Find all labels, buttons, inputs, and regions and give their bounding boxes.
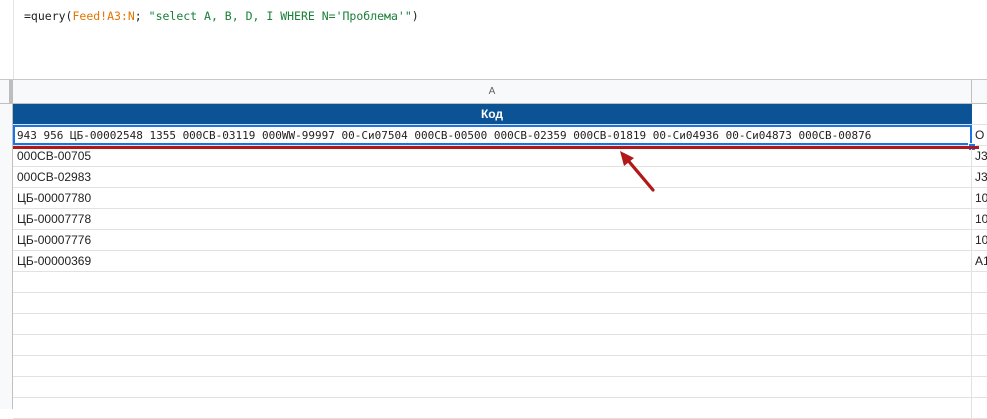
cell-a[interactable]: ЦБ-00007780	[13, 188, 972, 208]
cell-a[interactable]: ЦБ-00007778	[13, 209, 972, 229]
header-cell-b[interactable]	[972, 104, 987, 124]
empty-cell[interactable]	[13, 272, 972, 292]
formula-suffix: )	[411, 9, 419, 23]
table-row[interactable]: 000СВ-02983 J3	[13, 167, 987, 188]
select-all-corner[interactable]	[0, 80, 13, 103]
empty-cell[interactable]	[13, 335, 972, 355]
formula-separator: ;	[134, 9, 149, 23]
empty-row[interactable]	[13, 377, 987, 398]
formula-query-string: "select A, B, D, I WHERE N='Проблема'"	[148, 9, 412, 23]
cell-b[interactable]: 10	[972, 188, 987, 208]
selected-cell[interactable]: 943 956 ЦБ-00002548 1355 000СВ-03119 000…	[13, 125, 972, 145]
table-row[interactable]: ЦБ-00000369 A1	[13, 251, 987, 272]
table-row[interactable]: ЦБ-00007780 10	[13, 188, 987, 209]
cell-b-selected-row[interactable]: O	[972, 125, 987, 145]
cell-b[interactable]: J3	[972, 167, 987, 187]
header-cell-code[interactable]: Код	[13, 104, 972, 124]
formula-range: Feed!A3:N	[72, 9, 135, 23]
column-header-row: A	[0, 80, 987, 104]
empty-row[interactable]	[13, 293, 987, 314]
cell-b[interactable]: A1	[972, 251, 987, 271]
sheet-grid[interactable]: Код 943 956 ЦБ-00002548 1355 000СВ-03119…	[0, 104, 987, 419]
row-number-column	[0, 104, 13, 409]
annotation-arrow-icon	[620, 151, 655, 192]
empty-row[interactable]	[13, 335, 987, 356]
cell-b[interactable]: 10	[972, 209, 987, 229]
formula-bar-divider	[13, 0, 14, 80]
selected-row[interactable]: 943 956 ЦБ-00002548 1355 000СВ-03119 000…	[13, 125, 987, 151]
cell-b[interactable]: 10	[972, 230, 987, 250]
formula-prefix: =query(	[24, 9, 73, 23]
table-row[interactable]: ЦБ-00007776 10	[13, 230, 987, 251]
empty-row[interactable]	[13, 356, 987, 377]
cell-a[interactable]: ЦБ-00000369	[13, 251, 972, 271]
column-header-a[interactable]: A	[13, 80, 972, 103]
cell-b[interactable]: J3	[972, 146, 987, 166]
empty-row[interactable]	[13, 314, 987, 335]
formula-bar[interactable]: =query(Feed!A3:N; "select A, B, D, I WHE…	[0, 0, 987, 80]
cell-a[interactable]: ЦБ-00007776	[13, 230, 972, 250]
table-row[interactable]: 000СВ-00705 J3	[13, 146, 987, 167]
empty-cell[interactable]	[13, 314, 972, 334]
empty-cell[interactable]	[13, 398, 972, 418]
empty-cell[interactable]	[13, 377, 972, 397]
cell-a[interactable]: 000СВ-02983	[13, 167, 972, 187]
empty-cell[interactable]	[13, 293, 972, 313]
column-header-b[interactable]	[972, 80, 987, 103]
empty-cell[interactable]	[13, 356, 972, 376]
annotation-underline	[13, 146, 979, 149]
table-row[interactable]: ЦБ-00007778 10	[13, 209, 987, 230]
empty-row[interactable]	[13, 272, 987, 293]
formula-text[interactable]: =query(Feed!A3:N; "select A, B, D, I WHE…	[24, 9, 419, 23]
cell-a[interactable]: 000СВ-00705	[13, 146, 972, 166]
table-header-row: Код	[13, 104, 987, 125]
